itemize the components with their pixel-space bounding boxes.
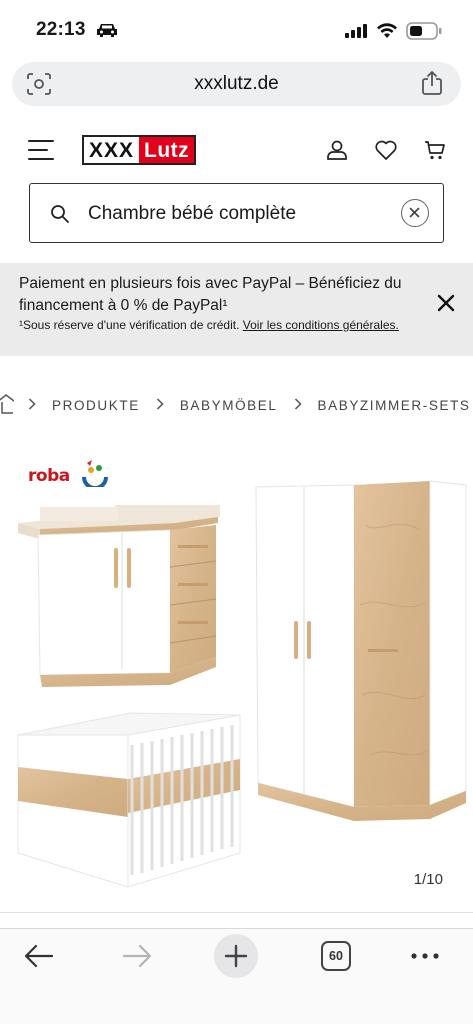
wardrobe: [255, 480, 467, 821]
tab-switcher-button[interactable]: 60: [321, 941, 351, 971]
browser-toolbar: 60: [0, 929, 473, 1024]
brand-name: roba: [28, 465, 70, 486]
brand-logo: roba: [28, 459, 110, 492]
conditions-link[interactable]: Voir les conditions générales.: [243, 318, 399, 332]
banner-footnote-text: ¹Sous réserve d'une vérification de créd…: [19, 318, 243, 332]
share-icon[interactable]: [421, 70, 443, 101]
cellular-signal-icon: [345, 24, 369, 43]
image-counter: 1/10: [413, 871, 443, 888]
brand-emblem-icon: [80, 459, 110, 492]
battery-icon: [406, 22, 442, 45]
banner-footnote: ¹Sous réserve d'une vérification de créd…: [19, 318, 409, 333]
logo-text-xxx: XXX: [84, 137, 140, 163]
cart-icon[interactable]: [424, 139, 446, 166]
breadcrumb: PRODUKTE BABYMÖBEL BABYZIMMER-SETS: [0, 393, 473, 417]
paypal-banner: Paiement en plusieurs fois avec PayPal –…: [0, 263, 473, 356]
forward-arrow-icon[interactable]: [122, 943, 152, 974]
car-icon: [96, 22, 118, 43]
menu-icon[interactable]: [28, 140, 54, 160]
product-image-gallery[interactable]: roba 1/10: [0, 445, 473, 910]
home-icon[interactable]: [0, 393, 15, 418]
clear-search-icon[interactable]: [401, 199, 429, 227]
site-header: XXX Lutz: [0, 126, 473, 176]
divider: [0, 912, 473, 913]
address-bar[interactable]: xxxlutz.de: [12, 62, 461, 106]
status-bar: 22:13: [0, 0, 473, 62]
search-field[interactable]: Chambre bébé complète: [29, 183, 444, 243]
chevron-right-icon: [294, 397, 302, 413]
wifi-icon: [376, 22, 398, 44]
site-logo[interactable]: XXX Lutz: [82, 135, 197, 165]
chevron-right-icon: [28, 397, 36, 413]
breadcrumb-item-babymoebel[interactable]: BABYMÖBEL: [180, 398, 278, 413]
changing-dresser: [18, 505, 220, 687]
chevron-right-icon: [156, 397, 164, 413]
logo-text-lutz: Lutz: [139, 137, 195, 163]
wishlist-heart-icon[interactable]: [374, 139, 398, 166]
status-time: 22:13: [36, 19, 86, 40]
search-input[interactable]: Chambre bébé complète: [88, 203, 296, 225]
more-menu-icon[interactable]: [410, 949, 440, 967]
baby-crib: [17, 712, 241, 888]
breadcrumb-item-babyzimmer-sets[interactable]: BABYZIMMER-SETS: [318, 398, 471, 413]
search-icon: [50, 204, 70, 229]
product-image: [17, 480, 467, 888]
back-arrow-icon[interactable]: [24, 943, 54, 974]
account-icon[interactable]: [326, 139, 348, 166]
banner-headline: Paiement en plusieurs fois avec PayPal –…: [19, 275, 402, 314]
close-banner-icon[interactable]: [437, 294, 455, 317]
plus-icon: [224, 944, 248, 968]
new-tab-button[interactable]: [214, 934, 258, 978]
url-text: xxxlutz.de: [194, 73, 279, 94]
breadcrumb-item-produkte[interactable]: PRODUKTE: [52, 398, 140, 413]
